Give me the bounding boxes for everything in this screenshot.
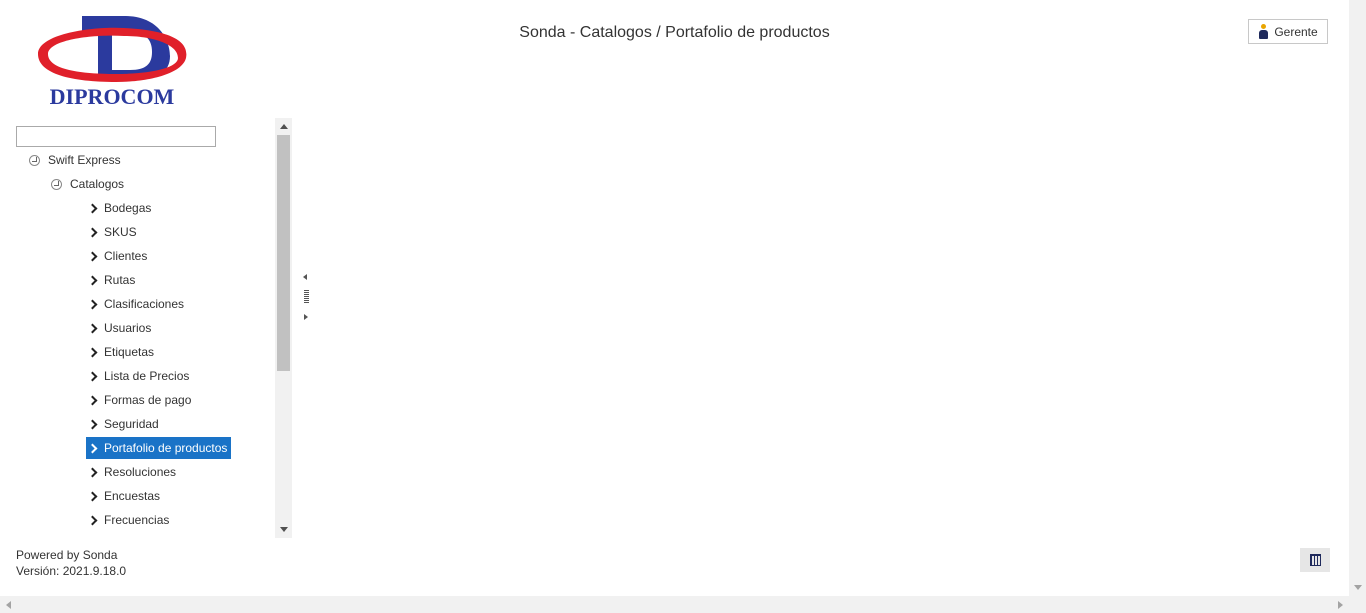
scroll-left-arrow-icon[interactable]: [6, 601, 11, 609]
chevron-right-icon: [87, 395, 98, 405]
navigation-tree: Swift Express Catalogos Bodegas SKUS Clien…: [0, 118, 292, 538]
chevron-right-icon: [87, 275, 98, 285]
user-icon: [1258, 23, 1269, 40]
tree-node-label: Swift Express: [48, 153, 121, 167]
powered-by-text: Powered by Sonda: [16, 548, 118, 562]
collapse-left-icon[interactable]: [303, 274, 307, 280]
tree-item-clientes[interactable]: Clientes: [86, 245, 151, 267]
collapse-icon[interactable]: [51, 178, 62, 190]
tree-item-seguridad[interactable]: Seguridad: [86, 413, 163, 435]
chevron-right-icon: [87, 443, 98, 453]
tree-item-label: Clientes: [104, 249, 148, 263]
tree-item-clasificaciones[interactable]: Clasificaciones: [86, 293, 188, 315]
tree-item-encuestas[interactable]: Encuestas: [86, 485, 164, 507]
scroll-up-arrow-icon[interactable]: [280, 124, 288, 129]
tree-node-catalogos[interactable]: Catalogos: [51, 173, 124, 195]
tree-node-swift-express[interactable]: Swift Express: [29, 149, 121, 171]
tree-item-label: Usuarios: [104, 321, 152, 335]
chevron-right-icon: [87, 251, 98, 261]
chevron-right-icon: [87, 227, 98, 237]
tree-item-frecuencias[interactable]: Frecuencias: [86, 509, 173, 531]
tree-item-label: Rutas: [104, 273, 136, 287]
tree-item-label: Portafolio de productos: [104, 441, 228, 455]
chevron-right-icon: [87, 419, 98, 429]
splitter-grip-icon[interactable]: [304, 290, 309, 304]
chevron-right-icon: [87, 323, 98, 333]
tree-item-etiquetas[interactable]: Etiquetas: [86, 341, 158, 363]
chevron-right-icon: [87, 347, 98, 357]
scroll-right-arrow-icon[interactable]: [1338, 601, 1343, 609]
tree-item-label: Bodegas: [104, 201, 152, 215]
tree-item-label: Seguridad: [104, 417, 159, 431]
tree-item-label: Frecuencias: [104, 513, 170, 527]
chevron-right-icon: [87, 203, 98, 213]
window-horizontal-scrollbar[interactable]: [0, 596, 1366, 613]
tree-item-label: Clasificaciones: [104, 297, 185, 311]
panel-splitter[interactable]: [301, 272, 311, 326]
tree-search-input[interactable]: [16, 126, 216, 147]
footer: Powered by Sonda Versión: 2021.9.18.0: [16, 547, 126, 579]
scroll-down-arrow-icon[interactable]: [1354, 585, 1362, 590]
tree-item-resoluciones[interactable]: Resoluciones: [86, 461, 180, 483]
expand-right-icon[interactable]: [304, 314, 308, 320]
logo-text: DIPROCOM: [50, 84, 175, 109]
tree-scrollbar[interactable]: [275, 118, 292, 538]
chevron-right-icon: [87, 467, 98, 477]
tree-item-label: Formas de pago: [104, 393, 192, 407]
tree-item-bodegas[interactable]: Bodegas: [86, 197, 155, 219]
tree-item-label: Resoluciones: [104, 465, 177, 479]
tree-item-label: Encuestas: [104, 489, 161, 503]
delete-button[interactable]: [1300, 548, 1330, 572]
tree-item-label: Lista de Precios: [104, 369, 190, 383]
tree-item-skus[interactable]: SKUS: [86, 221, 141, 243]
chevron-right-icon: [87, 491, 98, 501]
scroll-down-arrow-icon[interactable]: [280, 527, 288, 532]
version-text: Versión: 2021.9.18.0: [16, 564, 127, 578]
tree-item-rutas[interactable]: Rutas: [86, 269, 139, 291]
trash-icon: [1309, 554, 1321, 566]
tree-item-formas-de-pago[interactable]: Formas de pago: [86, 389, 195, 411]
tree-item-label: SKUS: [104, 225, 137, 239]
tree-item-label: Etiquetas: [104, 345, 155, 359]
collapse-icon[interactable]: [29, 154, 40, 166]
chevron-right-icon: [87, 371, 98, 381]
user-menu-button[interactable]: Gerente: [1248, 19, 1328, 44]
scrollbar-thumb[interactable]: [277, 135, 290, 371]
tree-node-label: Catalogos: [70, 177, 125, 191]
chevron-right-icon: [87, 515, 98, 525]
window-vertical-scrollbar[interactable]: [1349, 0, 1366, 596]
tree-item-usuarios[interactable]: Usuarios: [86, 317, 155, 339]
chevron-right-icon: [87, 299, 98, 309]
tree-item-portafolio-de-productos[interactable]: Portafolio de productos: [86, 437, 232, 459]
user-label: Gerente: [1274, 24, 1318, 39]
page-title: Sonda - Catalogos / Portafolio de produc…: [519, 24, 830, 41]
tree-item-lista-de-precios[interactable]: Lista de Precios: [86, 365, 193, 387]
